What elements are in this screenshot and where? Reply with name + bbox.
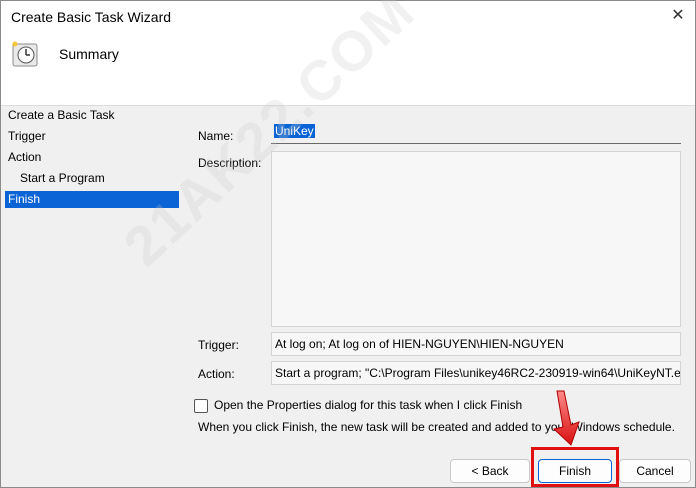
step-start-a-program: Start a Program bbox=[20, 171, 105, 185]
close-icon[interactable]: ✕ bbox=[669, 7, 687, 25]
trigger-label: Trigger: bbox=[198, 338, 239, 352]
info-text: When you click Finish, the new task will… bbox=[198, 420, 675, 434]
step-trigger: Trigger bbox=[8, 129, 46, 143]
open-properties-checkbox[interactable] bbox=[194, 399, 208, 413]
step-create-basic-task: Create a Basic Task bbox=[8, 108, 115, 122]
cancel-button[interactable]: Cancel bbox=[619, 459, 691, 483]
action-field: Start a program; "C:\Program Files\unike… bbox=[271, 361, 681, 385]
finish-highlight-box bbox=[531, 447, 619, 487]
clock-task-icon bbox=[12, 41, 38, 67]
red-arrow-icon bbox=[552, 390, 580, 446]
window-title: Create Basic Task Wizard bbox=[11, 9, 172, 25]
wizard-window: Create Basic Task Wizard ✕ Summary Creat… bbox=[0, 0, 696, 488]
back-button[interactable]: < Back bbox=[450, 459, 530, 483]
open-properties-label[interactable]: Open the Properties dialog for this task… bbox=[214, 398, 522, 412]
page-title: Summary bbox=[59, 46, 119, 62]
description-field[interactable] bbox=[271, 151, 681, 327]
wizard-steps: Create a Basic Task Trigger Action Start… bbox=[1, 106, 186, 486]
name-field[interactable]: UniKey bbox=[271, 122, 681, 144]
trigger-field: At log on; At log on of HIEN-NGUYEN\HIEN… bbox=[271, 332, 681, 356]
step-action: Action bbox=[8, 150, 42, 164]
action-label: Action: bbox=[198, 367, 235, 381]
